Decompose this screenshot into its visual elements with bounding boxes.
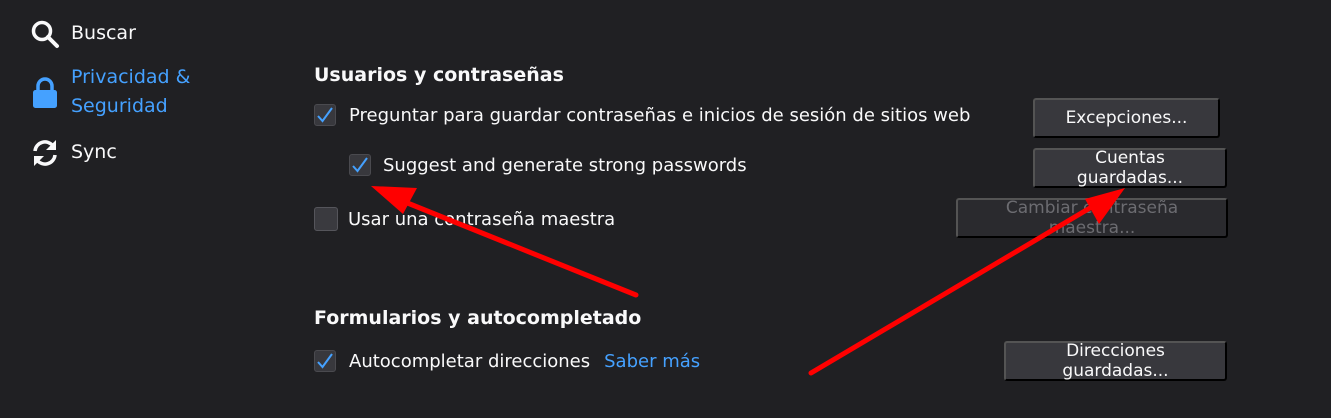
suggest-strong-row: Suggest and generate strong passwords	[349, 154, 747, 176]
forms-section-title: Formularios y autocompletado	[314, 307, 642, 329]
suggest-strong-checkbox[interactable]	[349, 154, 371, 176]
ask-to-save-label: Preguntar para guardar contraseñas e ini…	[349, 104, 971, 126]
sidebar-item-privacy-security[interactable]: Privacidad & Seguridad	[30, 63, 190, 123]
logins-section-title: Usuarios y contraseñas	[314, 64, 564, 86]
master-password-checkbox[interactable]	[314, 207, 338, 231]
autofill-addresses-row: Autocompletar direcciones Saber más	[314, 350, 700, 372]
search-icon	[30, 19, 60, 49]
sidebar-item-sync[interactable]: Sync	[30, 138, 117, 168]
master-password-row: Usar una contraseña maestra	[314, 207, 615, 231]
autofill-addresses-checkbox[interactable]	[314, 350, 336, 372]
ask-to-save-row: Preguntar para guardar contraseñas e ini…	[314, 104, 970, 126]
saved-addresses-button[interactable]: Direcciones guardadas...	[1004, 341, 1227, 381]
checkmark-icon	[317, 107, 333, 123]
suggest-strong-label: Suggest and generate strong passwords	[383, 154, 747, 176]
autofill-addresses-label: Autocompletar direcciones	[349, 350, 591, 372]
sidebar-item-search[interactable]: Buscar	[30, 19, 136, 49]
sidebar-item-label: Privacidad & Seguridad	[71, 66, 191, 117]
sidebar-item-label: Sync	[71, 141, 117, 163]
exceptions-button[interactable]: Excepciones...	[1033, 98, 1220, 138]
lock-icon	[30, 63, 60, 123]
change-master-password-button[interactable]: Cambiar contraseña maestra...	[956, 198, 1228, 238]
sidebar-item-label: Buscar	[71, 22, 136, 44]
checkmark-icon	[352, 157, 368, 173]
annotation-arrow-left	[371, 186, 639, 298]
sync-icon	[30, 138, 60, 168]
checkmark-icon	[317, 353, 333, 369]
master-password-label: Usar una contraseña maestra	[348, 208, 616, 230]
ask-to-save-checkbox[interactable]	[314, 104, 336, 126]
saved-logins-button[interactable]: Cuentas guardadas...	[1033, 148, 1227, 188]
learn-more-link[interactable]: Saber más	[604, 351, 700, 372]
